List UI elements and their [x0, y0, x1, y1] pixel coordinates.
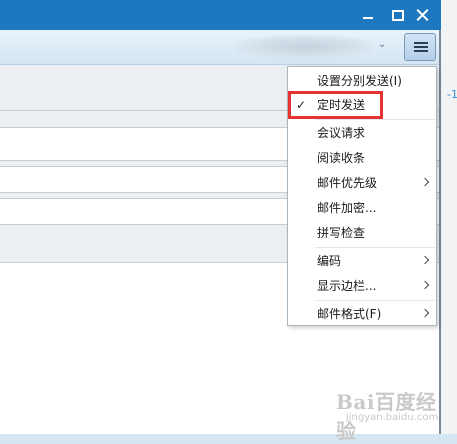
chevron-down-icon[interactable]: ⌄	[375, 38, 389, 52]
maximize-icon[interactable]	[389, 6, 407, 24]
menu-item-label: 拼写检查	[317, 226, 366, 240]
chevron-right-icon	[420, 308, 430, 318]
minimize-icon[interactable]	[360, 6, 378, 24]
menu-item-label: 设置分别发送(I)	[317, 74, 402, 88]
menu-item-label: 邮件格式(F)	[317, 307, 382, 321]
chevron-right-icon	[420, 255, 430, 265]
menu-item-label: 邮件加密...	[317, 201, 377, 215]
more-options-button[interactable]	[404, 33, 436, 61]
menu-item-meeting-request[interactable]: 会议请求	[288, 121, 436, 145]
close-icon[interactable]	[414, 6, 432, 24]
menu-separator	[315, 300, 435, 301]
menu-lines-icon	[414, 42, 428, 53]
menu-separator	[315, 119, 435, 120]
blurred-account-area	[235, 35, 375, 59]
chevron-right-icon	[420, 280, 430, 290]
annotation-highlight-box	[288, 91, 383, 119]
menu-item-encoding[interactable]: 编码	[288, 249, 436, 273]
menu-item-encrypt[interactable]: 邮件加密...	[288, 196, 436, 220]
baidu-watermark: Bai百度经验 jingyan.baidu.com	[336, 386, 446, 443]
menu-item-label: 邮件优先级	[317, 176, 378, 190]
window-border	[439, 30, 441, 434]
compose-toolbar: ⌄	[0, 30, 441, 65]
menu-item-label: 阅读收条	[317, 151, 366, 165]
menu-item-label: 会议请求	[317, 126, 366, 140]
menu-item-separate-send[interactable]: 设置分别发送(I)	[288, 69, 436, 93]
menu-item-show-sidebar[interactable]: 显示边栏...	[288, 274, 436, 298]
background-window-edge	[441, 0, 457, 434]
menu-item-label: 显示边栏...	[317, 279, 377, 293]
chevron-right-icon	[420, 177, 430, 187]
menu-item-priority[interactable]: 邮件优先级	[288, 171, 436, 195]
menu-item-label: 编码	[317, 254, 342, 268]
watermark-url: jingyan.baidu.com	[346, 412, 439, 423]
menu-separator	[315, 247, 435, 248]
menu-item-read-receipt[interactable]: 阅读收条	[288, 146, 436, 170]
window-titlebar	[0, 0, 441, 30]
menu-item-spell-check[interactable]: 拼写检查	[288, 221, 436, 245]
background-text: -1	[447, 88, 457, 101]
menu-item-mail-format[interactable]: 邮件格式(F)	[288, 302, 436, 326]
